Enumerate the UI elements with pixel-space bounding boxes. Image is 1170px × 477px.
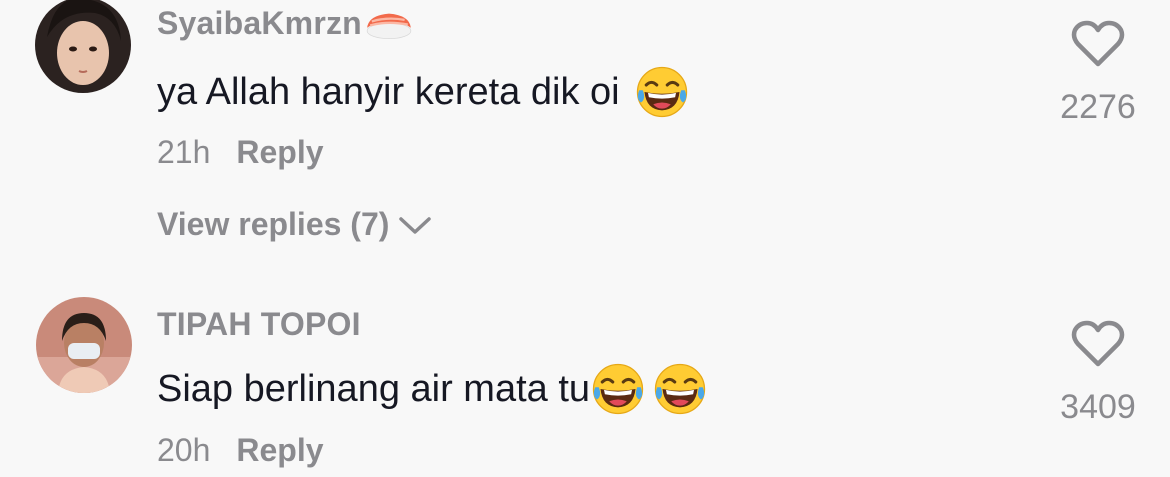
like-count: 3409 bbox=[1060, 388, 1136, 426]
timestamp: 21h bbox=[157, 134, 211, 170]
username-text: TIPAH TOPOI bbox=[157, 306, 361, 342]
reply-button[interactable]: Reply bbox=[236, 134, 323, 171]
laughing-tears-icon bbox=[652, 361, 708, 417]
username-text: SyaibaKmrzn bbox=[157, 4, 362, 41]
comment-meta: 21h Reply bbox=[157, 134, 324, 171]
view-replies-button[interactable]: View replies (7) bbox=[157, 206, 433, 243]
laughing-tears-icon bbox=[590, 361, 646, 417]
username[interactable]: TIPAH TOPOI bbox=[157, 306, 361, 343]
comment-text: Siap berlinang air mata tu bbox=[157, 361, 708, 417]
timestamp: 20h bbox=[157, 432, 211, 468]
avatar[interactable] bbox=[36, 297, 132, 393]
username[interactable]: SyaibaKmrzn bbox=[157, 4, 414, 42]
chevron-down-icon bbox=[399, 216, 432, 234]
comment-meta: 20h Reply bbox=[157, 432, 324, 469]
view-replies-label: View replies (7) bbox=[157, 206, 390, 242]
avatar[interactable] bbox=[35, 0, 131, 93]
heart-icon[interactable] bbox=[1071, 20, 1125, 68]
comment-text: ya Allah hanyir kereta dik oi bbox=[157, 64, 690, 120]
like-group: 2276 bbox=[1043, 20, 1153, 127]
reply-button[interactable]: Reply bbox=[236, 432, 323, 469]
sushi-icon bbox=[364, 4, 414, 42]
comment-text-content: ya Allah hanyir kereta dik oi bbox=[157, 70, 620, 113]
heart-icon[interactable] bbox=[1071, 320, 1125, 368]
like-count: 2276 bbox=[1060, 88, 1136, 126]
comment-text-content: Siap berlinang air mata tu bbox=[157, 367, 591, 410]
laughing-tears-icon bbox=[634, 64, 690, 120]
like-group: 3409 bbox=[1043, 320, 1153, 427]
